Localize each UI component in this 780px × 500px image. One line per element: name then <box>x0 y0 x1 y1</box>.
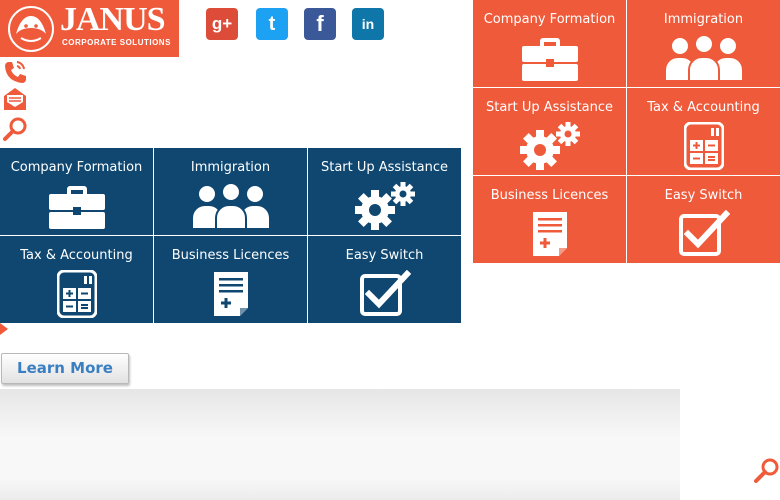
facebook-icon[interactable]: f <box>304 8 336 40</box>
google-plus-icon[interactable]: g+ <box>206 8 238 40</box>
phone-icon[interactable] <box>2 58 28 84</box>
service-tile-label: Tax & Accounting <box>20 248 133 263</box>
service-tile-label: Business Licences <box>490 188 609 203</box>
service-tile-label: Start Up Assistance <box>485 100 614 115</box>
service-tile-immigration[interactable]: Immigration <box>154 148 307 235</box>
service-tile-company-formation[interactable]: Company Formation <box>0 148 153 235</box>
service-tile-label: Easy Switch <box>664 188 743 203</box>
service-tile-tax-accounting[interactable]: Tax & Accounting <box>0 236 153 323</box>
checkbox-icon <box>678 210 730 258</box>
calculator-icon <box>57 270 97 318</box>
service-tile-label: Company Formation <box>10 160 143 175</box>
content-band <box>0 389 680 500</box>
service-tile-easy-switch[interactable]: Easy Switch <box>308 236 461 323</box>
linkedin-icon[interactable]: in <box>352 8 384 40</box>
service-tile-easy-switch[interactable]: Easy Switch <box>627 176 780 263</box>
lion-crest-icon <box>8 6 54 52</box>
service-tile-label: Company Formation <box>483 12 616 27</box>
service-tile-start-up-assistance[interactable]: Start Up Assistance <box>308 148 461 235</box>
services-grid-orange: Company Formation Immigration Start Up A… <box>473 0 780 263</box>
service-tile-start-up-assistance[interactable]: Start Up Assistance <box>473 88 626 175</box>
service-tile-tax-accounting[interactable]: Tax & Accounting <box>627 88 780 175</box>
checkbox-icon <box>359 270 411 318</box>
service-tile-label: Business Licences <box>171 248 290 263</box>
calculator-icon <box>684 122 724 170</box>
service-tile-label: Tax & Accounting <box>647 100 760 115</box>
service-tile-business-licences[interactable]: Business Licences <box>473 176 626 263</box>
briefcase-icon <box>48 182 106 230</box>
service-tile-immigration[interactable]: Immigration <box>627 0 780 87</box>
mail-icon[interactable] <box>2 86 28 112</box>
twitter-icon[interactable]: t <box>256 8 288 40</box>
services-grid-blue: Company Formation Immigration Start Up A… <box>0 148 462 324</box>
briefcase-icon <box>521 34 579 82</box>
gears-icon <box>353 182 417 230</box>
gears-icon <box>518 122 582 170</box>
service-tile-label: Easy Switch <box>345 248 424 263</box>
document-icon <box>211 270 251 318</box>
brand-name: JANUS <box>60 1 166 38</box>
document-icon <box>530 210 570 258</box>
learn-more-button[interactable]: Learn More <box>1 353 129 384</box>
play-arrow-icon[interactable] <box>0 323 8 335</box>
service-tile-company-formation[interactable]: Company Formation <box>473 0 626 87</box>
people-icon <box>665 34 743 82</box>
service-tile-label: Immigration <box>663 12 744 27</box>
service-tile-label: Start Up Assistance <box>320 160 449 175</box>
search-icon[interactable] <box>2 116 28 142</box>
search-icon[interactable] <box>752 457 780 485</box>
people-icon <box>192 182 270 230</box>
service-tile-business-licences[interactable]: Business Licences <box>154 236 307 323</box>
service-tile-label: Immigration <box>190 160 271 175</box>
brand-tagline: CORPORATE SOLUTIONS <box>62 38 171 47</box>
brand-logo[interactable]: JANUS CORPORATE SOLUTIONS <box>0 0 179 57</box>
